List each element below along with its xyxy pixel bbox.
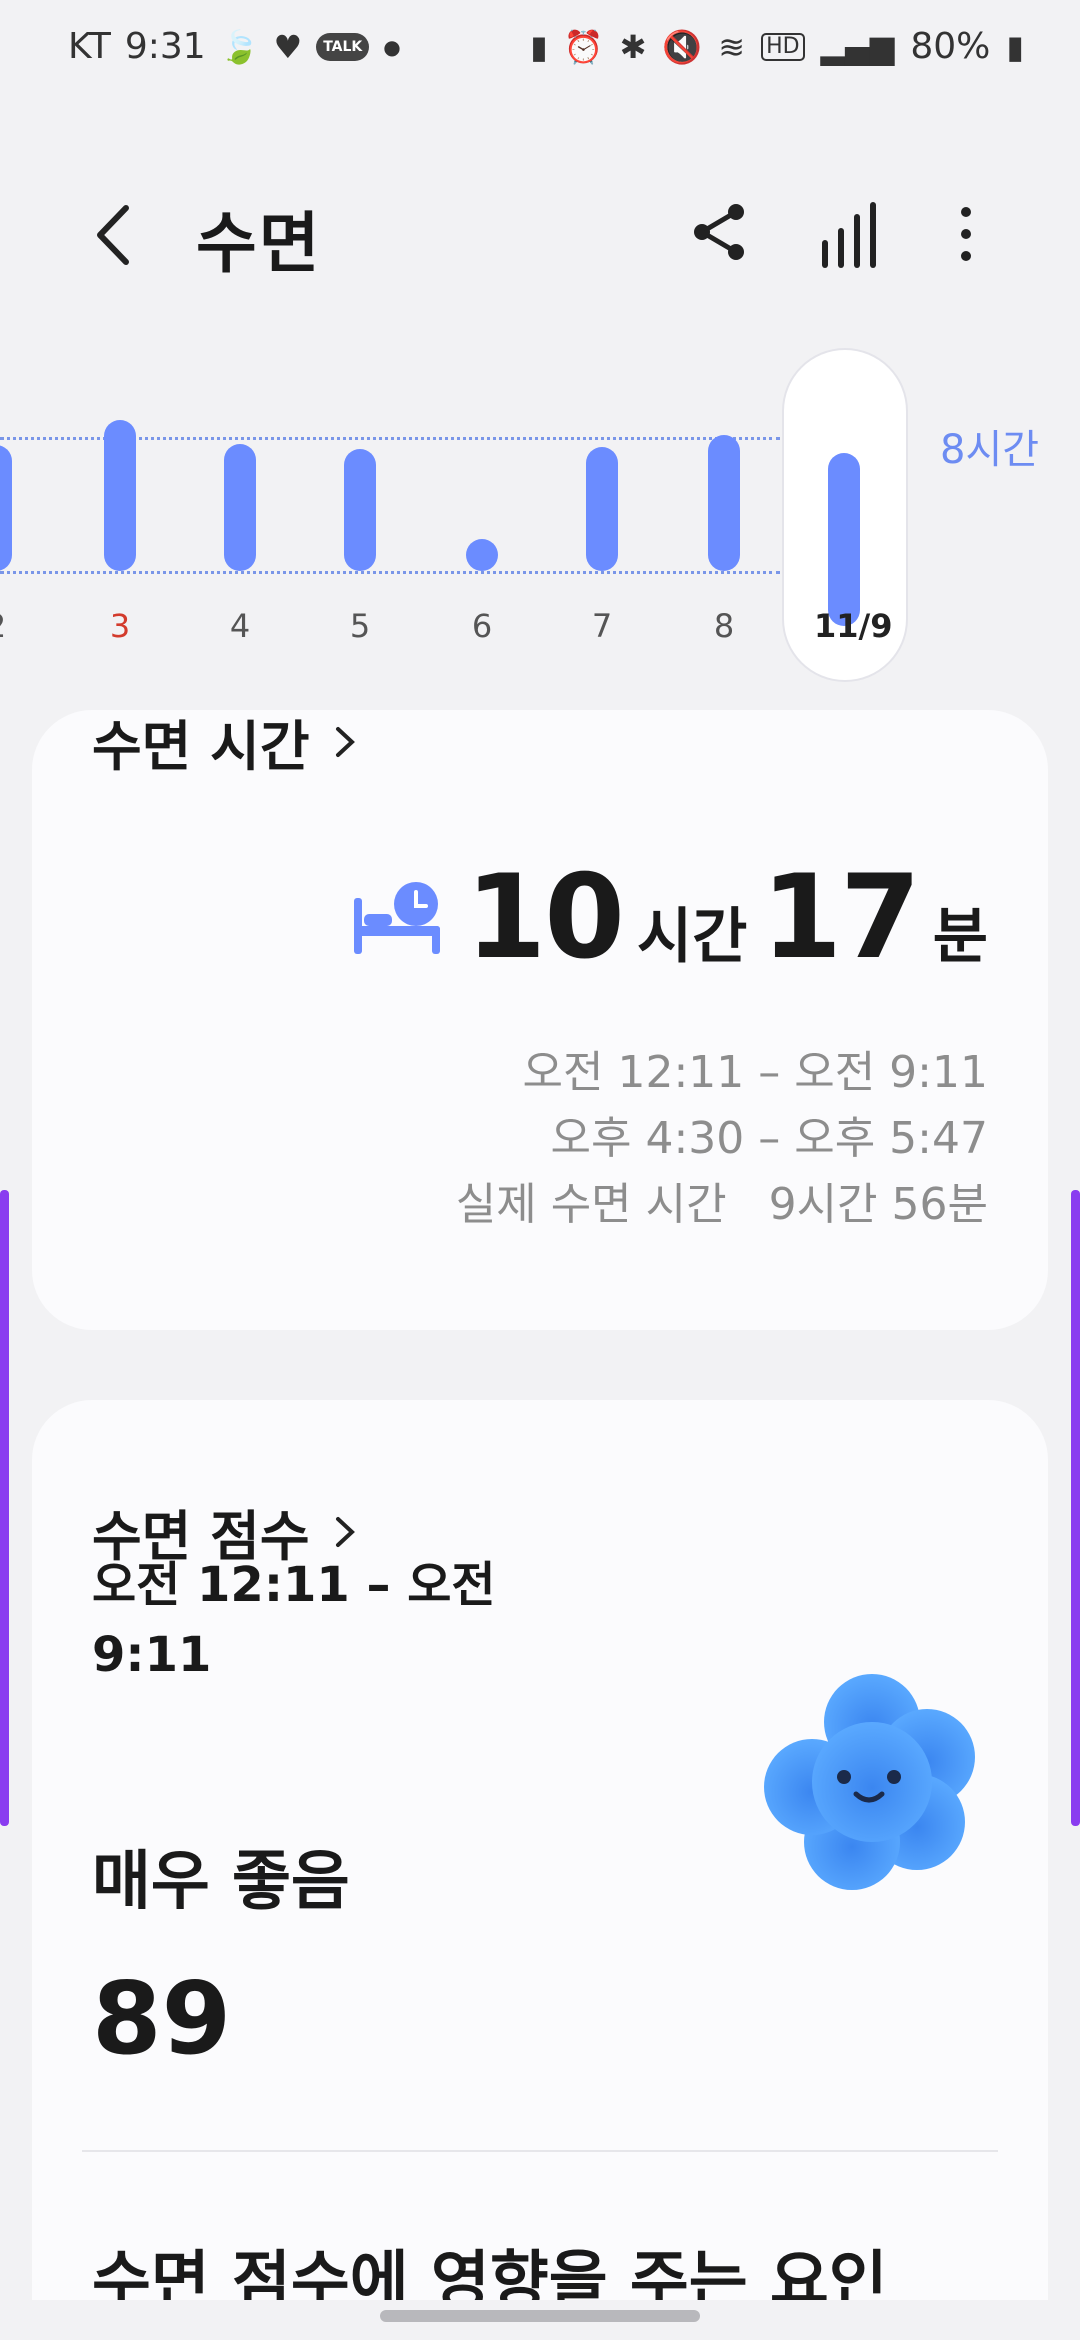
chart-bar-3[interactable] xyxy=(104,420,136,571)
leaf-icon: 🍃 xyxy=(219,27,260,66)
mute-icon: 🔇 xyxy=(662,27,703,66)
battery-icon: ▮ xyxy=(1006,27,1024,66)
right-edge-panel-handle[interactable] xyxy=(1071,1190,1080,1826)
chart-bar-5[interactable] xyxy=(344,448,376,571)
target-label: 8시간 xyxy=(940,427,1040,473)
actual-sleep-value: 9시간 56분 xyxy=(768,1179,988,1230)
status-right: ▮ ⏰ ✱ 🔇 ≋ HD ▂▄▆ 80% ▮ xyxy=(530,26,1024,67)
chart-bar-2[interactable] xyxy=(0,445,12,571)
alarm-icon: ⏰ xyxy=(563,27,604,66)
chart-bar-6[interactable] xyxy=(466,539,498,571)
smiling-cloud-icon xyxy=(764,1674,975,1890)
actual-sleep-row: 실제 수면 시간 9시간 56분 xyxy=(456,1172,988,1238)
trends-chart-icon[interactable] xyxy=(820,200,880,270)
factors-heading: 수면 점수에 영향을 주는 요인 xyxy=(92,2245,888,2300)
sleep-time-card[interactable]: 수면 시간 10 시간 17 분 오전 12:11 – 오전 9:11 오후 4… xyxy=(32,710,1048,1330)
bluetooth-icon: ✱ xyxy=(619,27,647,66)
sleep-range-1: 오전 12:11 – 오전 9:11 xyxy=(522,1047,988,1098)
page-title: 수면 xyxy=(196,205,322,282)
status-bar: KT 9:31 🍃 ♥ TALK ● ▮ ⏰ ✱ 🔇 ≋ HD ▂▄▆ 80% … xyxy=(0,0,1080,100)
heart-icon: ♥ xyxy=(273,27,303,66)
more-options-icon[interactable] xyxy=(956,204,976,264)
baseline-line xyxy=(0,571,780,574)
chart-bar-8[interactable] xyxy=(708,435,740,571)
sleep-time-title-label: 수면 시간 xyxy=(92,715,310,778)
chart-day-label[interactable]: 8 xyxy=(694,607,754,645)
duration-minutes: 17 xyxy=(761,850,920,985)
left-edge-indicator xyxy=(0,1190,9,1826)
battery-saver-icon: ▮ xyxy=(530,27,548,66)
score-time-range: 오전 12:11 – 오전 9:11 xyxy=(92,1557,496,1683)
gesture-nav-bar[interactable] xyxy=(380,2310,700,2322)
carrier-label: KT xyxy=(68,26,111,67)
sleep-score-card[interactable]: 수면 점수 오전 12:11 – 오전 9:11 매우 좋음 89 수면 점수에… xyxy=(32,1400,1048,2300)
score-rating: 매우 좋음 xyxy=(92,1845,350,1919)
chart-day-label[interactable]: 2 xyxy=(0,607,26,645)
chart-day-label[interactable]: 11/9 xyxy=(814,607,892,645)
chevron-right-icon xyxy=(335,1516,355,1547)
hd-icon: HD xyxy=(761,32,805,61)
clock: 9:31 xyxy=(124,26,206,67)
chart-bar-11-9[interactable] xyxy=(828,453,860,626)
divider xyxy=(82,2150,998,2152)
chart-bar-4[interactable] xyxy=(224,443,256,571)
chart-day-label[interactable]: 6 xyxy=(452,607,512,645)
sleep-bar-chart[interactable]: 8시간 2 3 4 5 6 7 8 11/9 xyxy=(0,345,1080,695)
score-value: 89 xyxy=(92,1960,232,2077)
status-left: KT 9:31 🍃 ♥ TALK ● xyxy=(68,26,401,67)
chart-day-label[interactable]: 4 xyxy=(210,607,270,645)
chevron-right-icon xyxy=(335,726,355,757)
kakaotalk-icon: TALK xyxy=(316,32,370,61)
duration-hours: 10 xyxy=(465,850,625,985)
wifi-icon: ≋ xyxy=(718,27,746,66)
sleep-time-ranges: 오전 12:11 – 오전 9:11 오후 4:30 – 오후 5:47 실제 … xyxy=(456,1040,988,1238)
chart-bar-7[interactable] xyxy=(586,447,618,571)
chart-day-label[interactable]: 5 xyxy=(330,607,390,645)
duration-minutes-unit: 분 xyxy=(932,902,988,972)
sleep-range-2: 오후 4:30 – 오후 5:47 xyxy=(550,1113,988,1164)
bed-icon xyxy=(354,882,440,954)
signal-icon: ▂▄▆ xyxy=(820,27,895,66)
battery-percent: 80% xyxy=(910,26,991,67)
dot-icon: ● xyxy=(383,34,401,59)
back-arrow-icon[interactable] xyxy=(86,200,146,270)
duration-hours-unit: 시간 xyxy=(636,902,748,972)
top-app-bar: 수면 xyxy=(0,170,1080,300)
share-icon[interactable] xyxy=(690,202,750,262)
chart-day-label[interactable]: 7 xyxy=(572,607,632,645)
sleep-time-title[interactable]: 수면 시간 xyxy=(92,710,356,781)
actual-sleep-label: 실제 수면 시간 xyxy=(455,1179,727,1230)
chart-day-label[interactable]: 3 xyxy=(90,607,150,645)
sleep-duration: 10 시간 17 분 xyxy=(466,850,988,985)
